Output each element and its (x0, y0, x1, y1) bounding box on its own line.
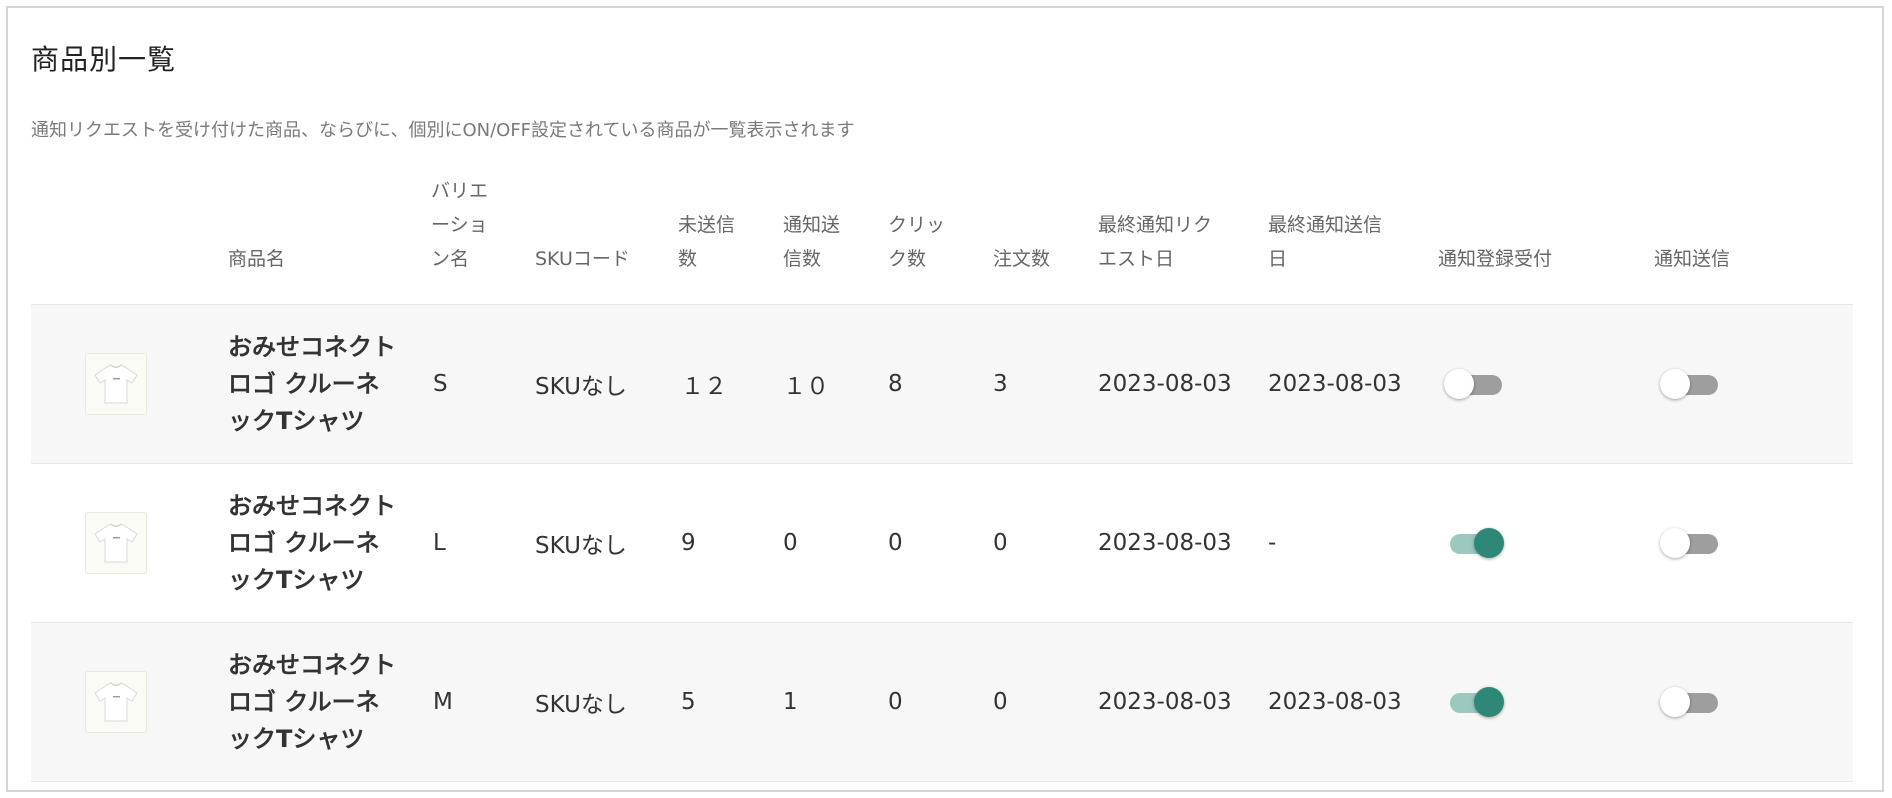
table-row: おみせコネクト ロゴ クルーネ ックTシャツ L SKUなし 9 0 0 0 2… (31, 464, 1853, 623)
click-count: 0 (888, 530, 903, 556)
product-thumbnail[interactable] (85, 353, 147, 415)
click-count: 0 (888, 689, 903, 715)
last-request-date: 2023-08-03 (1098, 530, 1232, 556)
order-count: 3 (993, 371, 1008, 397)
sent-count: 1 (783, 689, 798, 715)
sent-count: １０ (783, 374, 829, 400)
header-click-count[interactable]: クリッ ク数 (888, 208, 945, 276)
unsent-count: 9 (681, 530, 696, 556)
header-sent-count[interactable]: 通知送 信数 (783, 208, 840, 276)
last-sent-date: - (1268, 530, 1277, 556)
tshirt-thumbnail-icon (94, 682, 138, 722)
table-row: おみせコネクト ロゴ クルーネ ックTシャツ S SKUなし １２ １０ 8 3… (31, 305, 1853, 464)
table-header: 商品名 バリエ ーショ ン名 SKUコード 未送信 数 通知送 信数 クリッ ク… (31, 176, 1853, 305)
toggle-knob[interactable] (1660, 687, 1690, 717)
product-thumbnail[interactable] (85, 512, 147, 574)
toggle-knob[interactable] (1660, 369, 1690, 399)
product-table: 商品名 バリエ ーショ ン名 SKUコード 未送信 数 通知送 信数 クリッ ク… (31, 176, 1853, 782)
sent-count: 0 (783, 530, 798, 556)
toggle-knob[interactable] (1474, 687, 1504, 717)
product-thumbnail[interactable] (85, 671, 147, 733)
order-count: 0 (993, 689, 1008, 715)
click-count: 8 (888, 371, 903, 397)
last-sent-date: 2023-08-03 (1268, 689, 1402, 715)
product-list-card: 商品別一覧 通知リクエストを受け付けた商品、ならびに、個別にON/OFF設定され… (6, 6, 1884, 792)
last-sent-date: 2023-08-03 (1268, 371, 1402, 397)
table-row: おみせコネクト ロゴ クルーネ ックTシャツ M SKUなし 5 1 0 0 2… (31, 623, 1853, 782)
header-registration-toggle[interactable]: 通知登録受付 (1438, 242, 1552, 276)
variation-name: L (433, 530, 446, 556)
registration-toggle[interactable] (1444, 369, 1502, 399)
header-send-toggle[interactable]: 通知送信 (1654, 242, 1730, 276)
header-last-request-date[interactable]: 最終通知リク エスト日 (1098, 208, 1212, 276)
header-last-sent-date[interactable]: 最終通知送信 日 (1268, 208, 1382, 276)
sku-code: SKUなし (535, 692, 627, 718)
send-toggle[interactable] (1660, 687, 1718, 717)
header-order-count[interactable]: 注文数 (993, 242, 1050, 276)
variation-name: M (433, 689, 453, 715)
last-request-date: 2023-08-03 (1098, 689, 1232, 715)
order-count: 0 (993, 530, 1008, 556)
send-toggle[interactable] (1660, 528, 1718, 558)
variation-name: S (433, 371, 448, 397)
sku-code: SKUなし (535, 533, 627, 559)
product-name[interactable]: おみせコネクト ロゴ クルーネ ックTシャツ (228, 647, 396, 758)
header-sku-code[interactable]: SKUコード (535, 242, 630, 276)
product-name[interactable]: おみせコネクト ロゴ クルーネ ックTシャツ (228, 488, 396, 599)
product-name[interactable]: おみせコネクト ロゴ クルーネ ックTシャツ (228, 329, 396, 440)
registration-toggle[interactable] (1444, 528, 1504, 558)
toggle-knob[interactable] (1474, 528, 1504, 558)
toggle-knob[interactable] (1660, 528, 1690, 558)
send-toggle[interactable] (1660, 369, 1718, 399)
tshirt-thumbnail-icon (94, 364, 138, 404)
last-request-date: 2023-08-03 (1098, 371, 1232, 397)
unsent-count: １２ (681, 374, 727, 400)
unsent-count: 5 (681, 689, 696, 715)
registration-toggle[interactable] (1444, 687, 1504, 717)
header-variation-name[interactable]: バリエ ーショ ン名 (431, 174, 488, 276)
page-title: 商品別一覧 (31, 43, 177, 76)
header-product-name[interactable]: 商品名 (228, 242, 285, 276)
section-description: 通知リクエストを受け付けた商品、ならびに、個別にON/OFF設定されている商品が… (31, 120, 855, 141)
tshirt-thumbnail-icon (94, 523, 138, 563)
header-unsent-count[interactable]: 未送信 数 (678, 208, 735, 276)
toggle-knob[interactable] (1444, 369, 1474, 399)
sku-code: SKUなし (535, 374, 627, 400)
